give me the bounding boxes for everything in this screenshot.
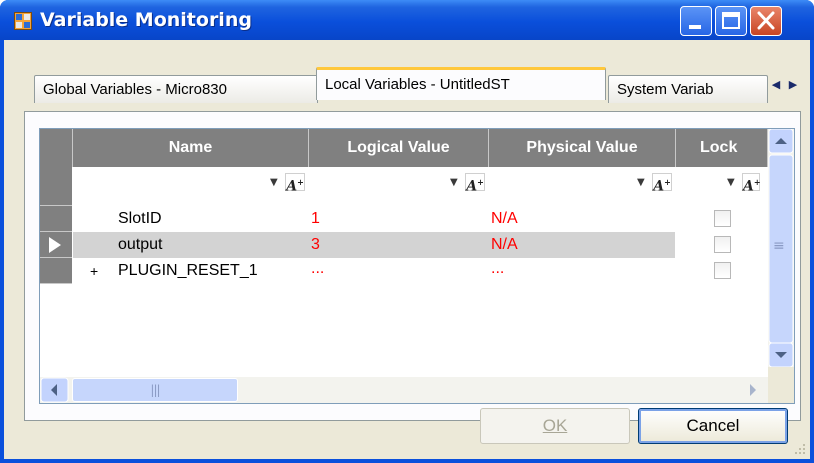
lock-checkbox[interactable] xyxy=(714,262,731,279)
vertical-scrollbar[interactable]: ≡ xyxy=(768,129,794,367)
maximize-button[interactable] xyxy=(715,6,747,36)
horizontal-scroll-grip-icon: ||| xyxy=(150,383,160,397)
scroll-right-icon[interactable] xyxy=(738,377,768,403)
filter-row-header xyxy=(40,167,72,206)
ok-button[interactable]: OK xyxy=(480,408,630,444)
cell-physical-value[interactable]: N/A xyxy=(491,206,518,232)
variable-monitoring-window: Variable Monitoring Global Variables - M… xyxy=(0,0,814,463)
filter-font-icon[interactable]: A+ xyxy=(742,173,761,195)
maximize-icon xyxy=(722,12,740,29)
column-header-lock[interactable]: Lock xyxy=(676,129,768,167)
cell-logical-value[interactable]: ... xyxy=(311,256,324,282)
title-bar[interactable]: Variable Monitoring xyxy=(0,0,814,40)
minimize-icon xyxy=(689,25,701,29)
row-header-2[interactable] xyxy=(40,232,72,258)
filter-dropdown-icon[interactable]: ▼ xyxy=(270,178,278,188)
cancel-button-label: Cancel xyxy=(686,416,740,435)
filter-font-icon[interactable]: A+ xyxy=(465,173,485,195)
column-header-physical-value[interactable]: Physical Value xyxy=(489,129,676,167)
tab-local-variables[interactable]: Local Variables - UntitledST xyxy=(316,67,606,100)
tab-scroll-left-icon[interactable]: ◀ xyxy=(769,76,783,94)
column-header-name[interactable]: Name xyxy=(73,129,309,167)
column-header-logical-value[interactable]: Logical Value xyxy=(309,129,489,167)
cell-logical-value[interactable]: 3 xyxy=(311,232,320,258)
filter-dropdown-icon[interactable]: ▼ xyxy=(450,178,458,188)
scroll-down-icon[interactable] xyxy=(768,343,794,367)
cancel-button[interactable]: Cancel xyxy=(638,408,788,444)
horizontal-scrollbar[interactable]: ||| xyxy=(40,377,768,403)
filter-dropdown-icon[interactable]: ▼ xyxy=(727,178,735,188)
row-header-1[interactable] xyxy=(40,206,72,232)
selected-row-highlight xyxy=(73,232,675,258)
minimize-button[interactable] xyxy=(680,6,712,36)
window-title: Variable Monitoring xyxy=(40,9,252,31)
window-app-icon xyxy=(14,12,32,30)
cell-physical-value[interactable]: N/A xyxy=(491,232,518,258)
tab-system-variables[interactable]: System Variab xyxy=(608,75,768,103)
scrollbar-corner xyxy=(768,367,794,403)
dialog-client-area: Global Variables - Micro830 Local Variab… xyxy=(4,40,810,459)
new-row-marker-icon: + xyxy=(90,263,99,279)
tab-scroll-right-icon[interactable]: ▶ xyxy=(786,76,800,94)
filter-font-icon[interactable]: A+ xyxy=(652,173,672,195)
horizontal-scroll-thumb[interactable]: ||| xyxy=(72,378,238,402)
tab-global-variables[interactable]: Global Variables - Micro830 xyxy=(34,75,318,103)
row-header-empty xyxy=(40,284,72,377)
resize-grip-icon[interactable] xyxy=(794,443,806,455)
scroll-left-icon[interactable] xyxy=(40,377,70,403)
vertical-scroll-grip-icon: ≡ xyxy=(773,238,785,254)
grid-corner-header xyxy=(40,129,73,167)
ok-button-label: OK xyxy=(542,416,568,435)
filter-dropdown-icon[interactable]: ▼ xyxy=(637,178,645,188)
close-icon xyxy=(757,11,775,30)
variables-grid: Name Logical Value Physical Value Lock ▼… xyxy=(39,128,795,404)
lock-checkbox[interactable] xyxy=(714,236,731,253)
cell-name[interactable]: SlotID xyxy=(118,206,162,232)
cell-name[interactable]: PLUGIN_RESET_1 xyxy=(118,258,258,284)
cell-name[interactable]: output xyxy=(118,232,162,258)
row-selector-icon xyxy=(49,237,61,253)
cell-logical-value[interactable]: 1 xyxy=(311,206,320,232)
filter-font-icon[interactable]: A+ xyxy=(285,173,305,195)
row-header-3[interactable] xyxy=(40,258,72,284)
cell-physical-value[interactable]: ... xyxy=(491,256,504,282)
close-button[interactable] xyxy=(750,6,782,36)
lock-checkbox[interactable] xyxy=(714,210,731,227)
local-variables-page: Name Logical Value Physical Value Lock ▼… xyxy=(24,111,801,421)
